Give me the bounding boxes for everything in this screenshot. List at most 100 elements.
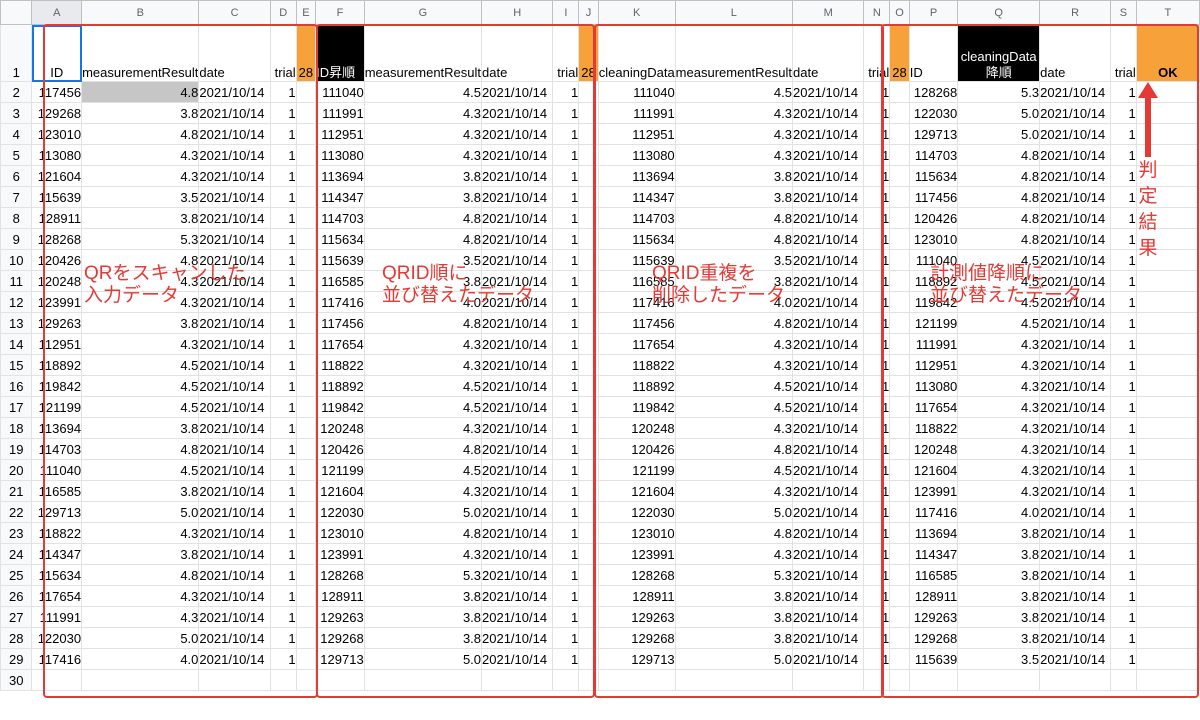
in-date-cell[interactable]: 2021/10/14 — [198, 585, 271, 607]
sorted-id-cell[interactable]: 114347 — [315, 186, 365, 208]
dedup-id-cell[interactable]: 113080 — [597, 144, 676, 166]
dedup-date-cell[interactable]: 2021/10/14 — [791, 585, 865, 607]
header-cleaning-data-desc[interactable]: cleaningData降順 — [957, 24, 1041, 82]
empty-cell[interactable] — [295, 501, 317, 523]
in-trial-cell[interactable]: 1 — [269, 585, 297, 607]
sorted-id-cell[interactable]: 129268 — [315, 627, 365, 649]
empty-cell[interactable] — [578, 333, 599, 355]
header-cleaning-data[interactable]: cleaningData — [597, 24, 676, 82]
dedup-date-cell[interactable]: 2021/10/14 — [791, 144, 865, 166]
row-header-22[interactable]: 22 — [0, 501, 33, 523]
dedup-trial-cell[interactable]: 1 — [863, 249, 891, 271]
empty-cell[interactable] — [295, 312, 317, 334]
desc-trial-cell[interactable]: 1 — [1110, 375, 1137, 397]
dedup-date-cell[interactable]: 2021/10/14 — [791, 81, 865, 103]
dedup-id-cell[interactable]: 112951 — [597, 123, 676, 145]
sorted-value-cell[interactable]: 4.3 — [363, 333, 483, 355]
desc-date-cell[interactable]: 2021/10/14 — [1039, 165, 1112, 187]
desc-id-cell[interactable]: 114347 — [908, 543, 959, 565]
empty-cell[interactable] — [552, 669, 580, 691]
column-header-d[interactable]: D — [269, 0, 297, 25]
empty-cell[interactable] — [578, 270, 599, 292]
dedup-trial-cell[interactable]: 1 — [863, 501, 891, 523]
desc-value-cell[interactable]: 3.8 — [957, 585, 1041, 607]
dedup-value-cell[interactable]: 4.5 — [674, 396, 794, 418]
dedup-trial-cell[interactable]: 1 — [863, 291, 891, 313]
desc-value-cell[interactable]: 3.8 — [957, 564, 1041, 586]
desc-trial-cell[interactable]: 1 — [1110, 354, 1137, 376]
dedup-trial-cell[interactable]: 1 — [863, 438, 891, 460]
dedup-value-cell[interactable]: 4.5 — [674, 375, 794, 397]
in-date-cell[interactable]: 2021/10/14 — [198, 606, 271, 628]
empty-cell[interactable] — [295, 459, 317, 481]
desc-date-cell[interactable]: 2021/10/14 — [1039, 606, 1112, 628]
in-value-cell[interactable]: 4.8 — [81, 564, 200, 586]
sorted-trial-cell[interactable]: 1 — [552, 627, 580, 649]
in-value-cell[interactable]: 3.8 — [81, 102, 200, 124]
column-header-o[interactable]: O — [889, 0, 910, 25]
empty-cell[interactable] — [1135, 606, 1200, 628]
in-id-cell[interactable]: 129713 — [31, 501, 83, 523]
empty-cell[interactable] — [578, 81, 599, 103]
sorted-id-cell[interactable]: 116585 — [315, 270, 365, 292]
in-value-cell[interactable]: 4.5 — [81, 459, 200, 481]
sorted-date-cell[interactable]: 2021/10/14 — [481, 123, 554, 145]
dedup-trial-cell[interactable]: 1 — [863, 585, 891, 607]
sorted-trial-cell[interactable]: 1 — [552, 564, 580, 586]
desc-trial-cell[interactable]: 1 — [1110, 459, 1137, 481]
dedup-trial-cell[interactable]: 1 — [863, 627, 891, 649]
sorted-value-cell[interactable]: 4.3 — [363, 480, 483, 502]
sorted-id-cell[interactable]: 123010 — [315, 522, 365, 544]
sorted-date-cell[interactable]: 2021/10/14 — [481, 312, 554, 334]
column-header-p[interactable]: P — [908, 0, 959, 25]
empty-cell[interactable] — [889, 207, 910, 229]
empty-cell[interactable] — [295, 585, 317, 607]
dedup-id-cell[interactable]: 119842 — [597, 396, 676, 418]
sorted-id-cell[interactable]: 111991 — [315, 102, 365, 124]
empty-cell[interactable] — [578, 585, 599, 607]
dedup-trial-cell[interactable]: 1 — [863, 123, 891, 145]
sorted-date-cell[interactable]: 2021/10/14 — [481, 648, 554, 670]
desc-date-cell[interactable]: 2021/10/14 — [1039, 396, 1112, 418]
row-header-29[interactable]: 29 — [0, 648, 33, 670]
in-id-cell[interactable]: 123991 — [31, 291, 83, 313]
empty-cell[interactable] — [295, 417, 317, 439]
in-trial-cell[interactable]: 1 — [269, 270, 297, 292]
empty-cell[interactable] — [1135, 501, 1200, 523]
desc-id-cell[interactable]: 114703 — [908, 144, 959, 166]
empty-cell[interactable] — [1135, 417, 1200, 439]
sorted-date-cell[interactable]: 2021/10/14 — [481, 333, 554, 355]
dedup-date-cell[interactable]: 2021/10/14 — [791, 627, 865, 649]
sorted-id-cell[interactable]: 121604 — [315, 480, 365, 502]
desc-date-cell[interactable]: 2021/10/14 — [1039, 627, 1112, 649]
empty-cell[interactable] — [578, 186, 599, 208]
in-date-cell[interactable]: 2021/10/14 — [198, 501, 271, 523]
sorted-trial-cell[interactable]: 1 — [552, 522, 580, 544]
in-date-cell[interactable]: 2021/10/14 — [198, 459, 271, 481]
empty-cell[interactable] — [578, 627, 599, 649]
sorted-id-cell[interactable]: 122030 — [315, 501, 365, 523]
dedup-date-cell[interactable]: 2021/10/14 — [791, 501, 865, 523]
in-id-cell[interactable]: 120248 — [31, 270, 83, 292]
sorted-trial-cell[interactable]: 1 — [552, 81, 580, 103]
in-trial-cell[interactable]: 1 — [269, 627, 297, 649]
sorted-date-cell[interactable]: 2021/10/14 — [481, 144, 554, 166]
empty-cell[interactable] — [295, 354, 317, 376]
empty-cell[interactable] — [295, 543, 317, 565]
desc-value-cell[interactable]: 4.3 — [957, 375, 1041, 397]
dedup-trial-cell[interactable]: 1 — [863, 102, 891, 124]
dedup-date-cell[interactable]: 2021/10/14 — [791, 312, 865, 334]
desc-id-cell[interactable]: 117416 — [908, 501, 959, 523]
empty-cell[interactable] — [1039, 669, 1112, 691]
row-header-11[interactable]: 11 — [0, 270, 33, 292]
sorted-id-cell[interactable]: 119842 — [315, 396, 365, 418]
in-value-cell[interactable]: 4.3 — [81, 144, 200, 166]
desc-date-cell[interactable]: 2021/10/14 — [1039, 102, 1112, 124]
empty-cell[interactable] — [791, 669, 865, 691]
desc-value-cell[interactable]: 3.8 — [957, 543, 1041, 565]
header-trial-s[interactable]: trial — [1110, 24, 1137, 82]
in-date-cell[interactable]: 2021/10/14 — [198, 312, 271, 334]
row-header-7[interactable]: 7 — [0, 186, 33, 208]
result-ok[interactable]: OK — [1135, 24, 1200, 82]
desc-trial-cell[interactable]: 1 — [1110, 312, 1137, 334]
